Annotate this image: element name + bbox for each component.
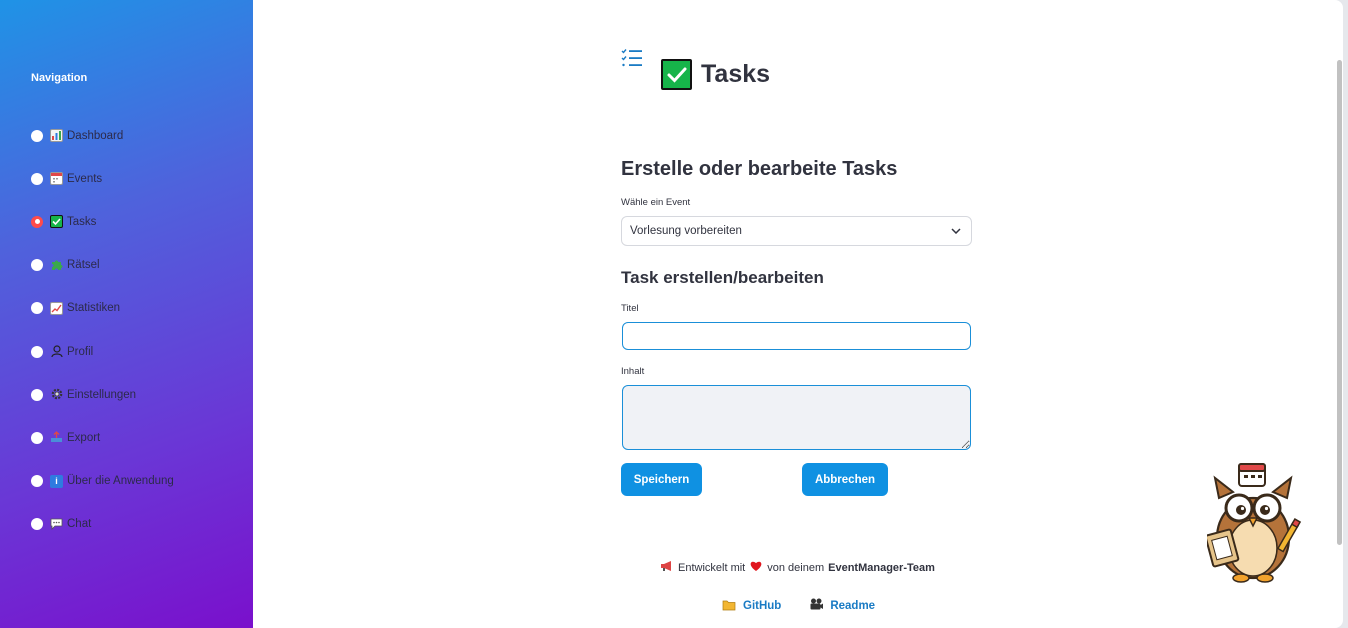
radio-button[interactable] — [31, 302, 43, 315]
check-box-icon — [50, 215, 63, 229]
footer-prefix: Entwickelt mit — [678, 561, 746, 574]
task-subheading: Task erstellen/bearbeiten — [621, 268, 824, 287]
nav-list: Dashboard Events Tasks Rätsel Statistike… — [31, 114, 174, 546]
sidebar-item-tasks[interactable]: Tasks — [31, 200, 174, 243]
sidebar-item-label: Export — [67, 431, 101, 444]
nav-title: Navigation — [31, 72, 88, 84]
sidebar: Navigation Dashboard Events Tasks Rätsel… — [0, 0, 253, 628]
chevron-down-icon — [951, 225, 961, 237]
bar-chart-icon — [50, 129, 63, 143]
info-icon: i — [50, 474, 63, 488]
sidebar-item-label: Rätsel — [67, 259, 100, 272]
app-window: Navigation Dashboard Events Tasks Rätsel… — [0, 0, 1343, 628]
sidebar-item-label: Profil — [67, 345, 94, 358]
radio-button[interactable] — [31, 518, 43, 531]
sidebar-item-einstellungen[interactable]: Einstellungen — [31, 373, 174, 416]
sidebar-item-dashboard[interactable]: Dashboard — [31, 114, 174, 157]
owl-mascot-image — [1204, 460, 1303, 591]
content-field-label: Inhalt — [621, 366, 645, 377]
radio-button[interactable] — [31, 129, 43, 142]
sidebar-item-chat[interactable]: Chat — [31, 503, 174, 546]
sidebar-item-events[interactable]: Events — [31, 157, 174, 200]
puzzle-icon — [50, 259, 63, 272]
calendar-icon — [50, 172, 63, 186]
radio-button[interactable] — [31, 475, 43, 488]
sidebar-item-label: Einstellungen — [67, 388, 137, 401]
sidebar-item-label: Events — [67, 172, 103, 185]
save-button[interactable]: Speichern — [621, 463, 702, 496]
radio-button[interactable] — [31, 388, 43, 401]
page-header: Tasks — [661, 59, 770, 90]
github-link[interactable]: GitHub — [722, 598, 781, 614]
sidebar-item-export[interactable]: Export — [31, 416, 174, 459]
scrollbar-thumb[interactable] — [1337, 60, 1342, 545]
sidebar-item-statistiken[interactable]: Statistiken — [31, 287, 174, 330]
title-field-label: Titel — [621, 303, 639, 314]
sidebar-item-label: Chat — [67, 518, 92, 531]
folder-icon — [722, 599, 737, 614]
footer-credit: Entwickelt mit von deinem EventManager-T… — [660, 560, 935, 575]
event-select-value: Vorlesung vorbereiten — [630, 225, 742, 237]
content-textarea[interactable] — [622, 385, 971, 450]
sidebar-item-label: Statistiken — [67, 302, 121, 315]
readme-link[interactable]: Readme — [809, 598, 875, 614]
radio-button[interactable] — [31, 431, 43, 444]
sidebar-item-label: Tasks — [67, 215, 97, 228]
sidebar-item-label: Über die Anwendung — [67, 475, 174, 488]
footer-team: EventManager-Team — [828, 561, 935, 574]
speech-bubble-icon — [50, 518, 63, 531]
form-heading: Erstelle oder bearbeite Tasks — [621, 158, 898, 180]
sidebar-item-label: Dashboard — [67, 129, 124, 142]
readme-link-label: Readme — [830, 600, 876, 612]
sidebar-item-raetsel[interactable]: Rätsel — [31, 244, 174, 287]
page-title: Tasks — [701, 60, 771, 88]
sidebar-item-ueber[interactable]: i Über die Anwendung — [31, 460, 174, 503]
megaphone-icon — [660, 560, 674, 575]
sidebar-item-profil[interactable]: Profil — [31, 330, 174, 373]
check-mark-icon — [661, 59, 692, 90]
vertical-scrollbar[interactable] — [1335, 0, 1343, 628]
gear-icon — [50, 388, 63, 401]
heart-icon — [749, 560, 763, 575]
user-icon — [50, 345, 63, 358]
checklist-icon — [621, 48, 643, 73]
radio-button[interactable] — [31, 259, 43, 272]
footer-links: GitHub Readme — [722, 598, 875, 614]
radio-button[interactable] — [31, 172, 43, 185]
event-select[interactable]: Vorlesung vorbereiten — [621, 216, 972, 246]
radio-button[interactable] — [31, 345, 43, 358]
trend-chart-icon — [50, 301, 63, 315]
radio-button-selected[interactable] — [31, 215, 43, 228]
video-camera-icon — [809, 598, 824, 614]
github-link-label: GitHub — [743, 600, 782, 612]
cancel-button[interactable]: Abbrechen — [802, 463, 888, 496]
outbox-icon — [50, 431, 63, 444]
main-content: Tasks Erstelle oder bearbeite Tasks Wähl… — [253, 0, 1343, 628]
title-input[interactable] — [622, 322, 971, 350]
event-select-label: Wähle ein Event — [621, 197, 691, 208]
footer-middle: von deinem — [767, 561, 825, 574]
